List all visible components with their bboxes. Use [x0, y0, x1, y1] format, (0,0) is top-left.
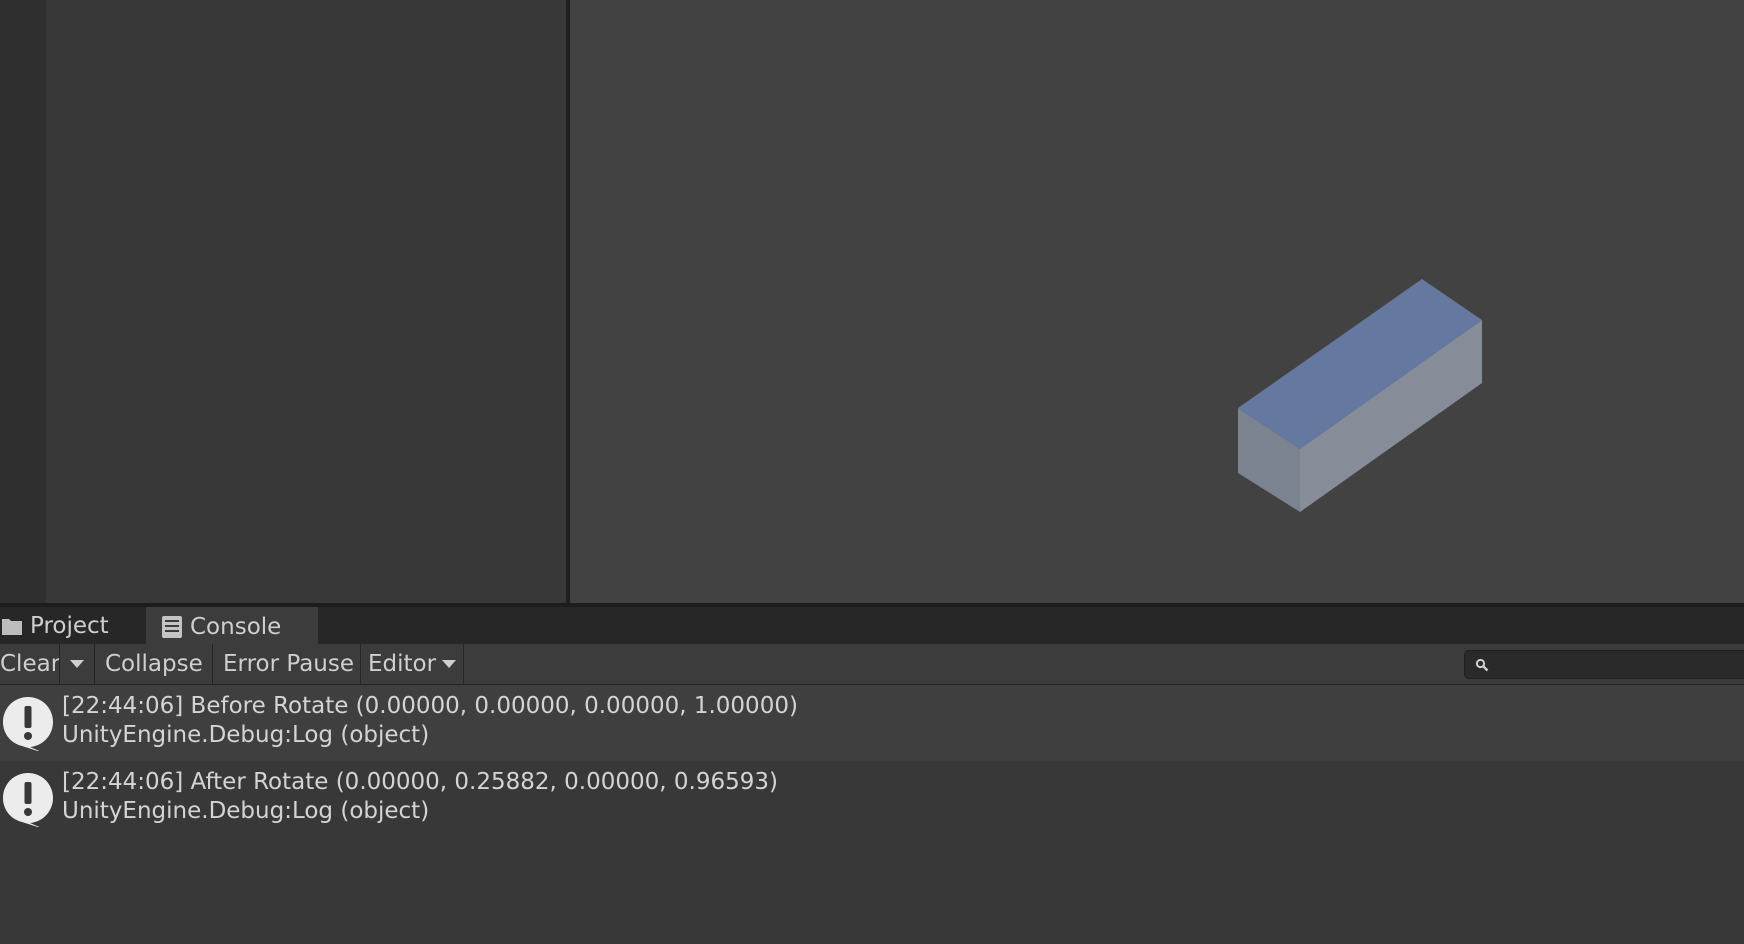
cube-object[interactable] [570, 0, 1744, 603]
tab-project[interactable]: Project [0, 607, 140, 644]
editor-dropdown[interactable]: Editor [361, 644, 464, 684]
console-toolbar: Clear Collapse Error Pause Editor [0, 644, 1744, 685]
bottom-tab-strip: Project Console [0, 607, 1744, 644]
console-log-list: [22:44:06] Before Rotate (0.00000, 0.000… [0, 685, 1744, 944]
scene-view[interactable] [570, 0, 1744, 603]
hierarchy-panel[interactable] [46, 0, 566, 603]
editor-label: Editor [368, 651, 437, 677]
clear-label: Clear [0, 651, 60, 677]
clear-options-dropdown[interactable] [60, 644, 95, 684]
log-message: [22:44:06] Before Rotate (0.00000, 0.000… [62, 693, 798, 719]
console-search[interactable] [1464, 650, 1744, 680]
log-stack-trace: UnityEngine.Debug:Log (object) [62, 722, 430, 748]
left-toolbar-strip [0, 0, 46, 603]
search-input[interactable] [1499, 651, 1743, 680]
chevron-down-icon [442, 660, 457, 668]
folder-icon [2, 617, 22, 635]
clear-button[interactable]: Clear [0, 644, 60, 684]
unity-editor: Project Console Clear Collapse Error Pau… [0, 0, 1744, 944]
error-pause-label: Error Pause [223, 651, 355, 677]
console-icon [162, 615, 182, 638]
log-stack-trace: UnityEngine.Debug:Log (object) [62, 798, 430, 824]
collapse-toggle[interactable]: Collapse [95, 644, 213, 684]
tab-console[interactable]: Console [146, 607, 318, 644]
chevron-down-icon [70, 660, 84, 668]
log-message: [22:44:06] After Rotate (0.00000, 0.2588… [62, 769, 778, 795]
info-icon [0, 771, 56, 829]
tab-label: Project [30, 612, 109, 639]
error-pause-toggle[interactable]: Error Pause [213, 644, 361, 684]
collapse-label: Collapse [105, 651, 203, 677]
info-icon [0, 695, 56, 753]
search-icon [1475, 657, 1489, 676]
log-entry[interactable]: [22:44:06] After Rotate (0.00000, 0.2588… [0, 761, 1744, 837]
tab-label: Console [190, 613, 282, 640]
log-entry[interactable]: [22:44:06] Before Rotate (0.00000, 0.000… [0, 685, 1744, 761]
